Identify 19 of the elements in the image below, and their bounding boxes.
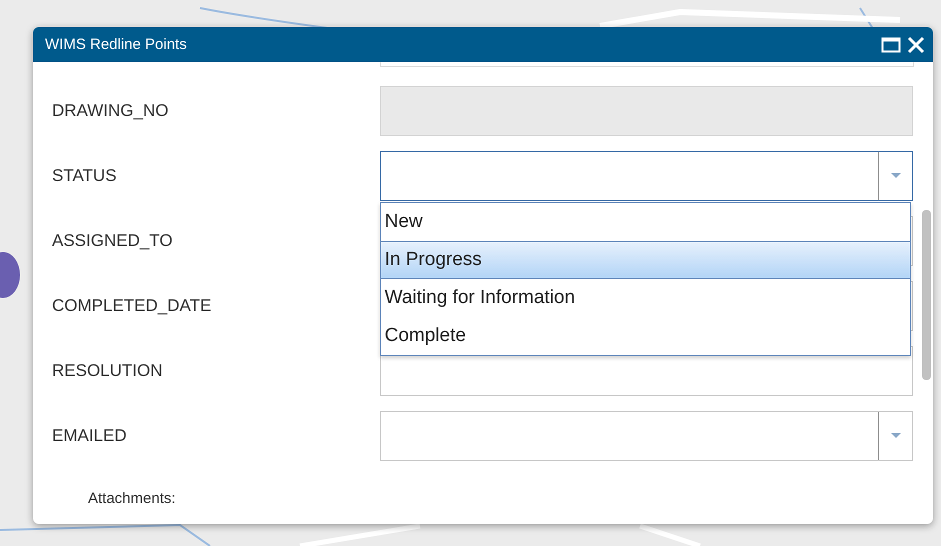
field-label: RESOLUTION bbox=[52, 360, 164, 380]
attachments-label: Attachments: bbox=[88, 490, 177, 507]
maximize-icon[interactable] bbox=[881, 36, 901, 54]
close-icon[interactable] bbox=[907, 36, 925, 54]
dropdown-option[interactable]: In Progress bbox=[380, 240, 910, 278]
select-field[interactable] bbox=[380, 150, 913, 200]
caret-icon bbox=[890, 172, 900, 178]
field-label: EMAILED bbox=[52, 426, 128, 446]
field-label: STATUS bbox=[52, 166, 118, 186]
window-title: WIMS Redline Points bbox=[45, 36, 188, 53]
select-field[interactable] bbox=[380, 410, 913, 460]
dropdown-option[interactable]: Complete bbox=[380, 316, 910, 354]
caret-icon bbox=[890, 432, 900, 438]
dropdown-option[interactable]: New bbox=[380, 202, 910, 240]
dropdown-option[interactable]: Waiting for Information bbox=[380, 278, 910, 316]
field-label: DRAWING_NO bbox=[52, 100, 170, 120]
field-label: ASSIGNED_TO bbox=[52, 230, 174, 250]
field-label: COMPLETED_DATE bbox=[52, 296, 212, 316]
scrollbar-thumb[interactable] bbox=[922, 210, 931, 380]
